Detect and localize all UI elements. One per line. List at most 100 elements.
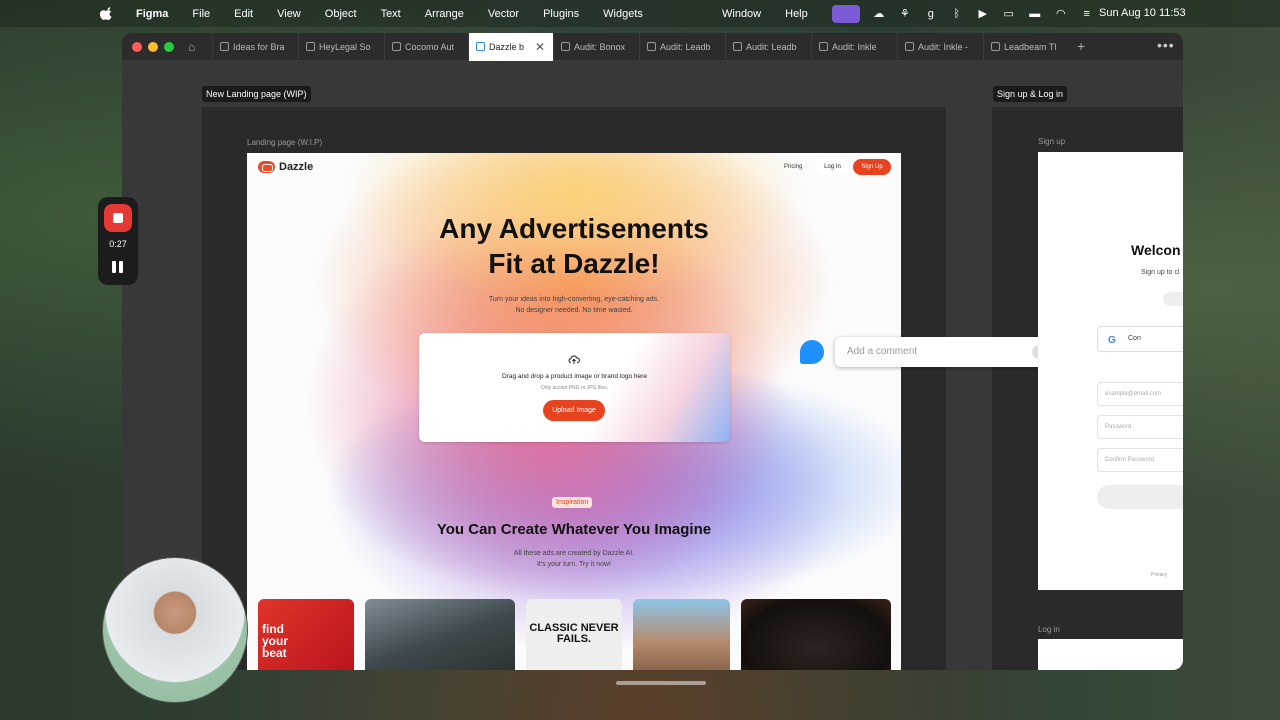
login-frame[interactable] xyxy=(1038,639,1183,670)
menu-arrange[interactable]: Arrange xyxy=(413,8,476,20)
menu-window[interactable]: Window xyxy=(710,8,773,20)
signup-welcome: Welcon xyxy=(1131,242,1181,258)
display-icon[interactable]: ▭ xyxy=(996,7,1022,20)
minimize-window-button[interactable] xyxy=(148,42,158,52)
ad-card-sunglasses[interactable] xyxy=(633,599,730,670)
frame-label-landing[interactable]: New Landing page (WIP) xyxy=(202,86,311,102)
file-icon xyxy=(392,42,401,51)
menu-file[interactable]: File xyxy=(180,8,222,20)
apple-icon[interactable] xyxy=(100,6,114,21)
section-sub-line-1: All these ads are created by Dazzle AI. xyxy=(513,550,635,557)
bluetooth-icon[interactable]: ᛒ xyxy=(944,8,970,20)
comment-input[interactable]: Add a comment xyxy=(835,337,1053,367)
menu-view[interactable]: View xyxy=(265,8,313,20)
signup-submit-button[interactable] xyxy=(1097,485,1183,509)
wifi-icon[interactable]: ◠ xyxy=(1048,7,1074,20)
tab-7[interactable]: Audit: Leadb xyxy=(725,33,811,61)
privacy-link[interactable]: Privacy xyxy=(1151,572,1167,578)
password-field[interactable]: Password xyxy=(1097,415,1183,439)
control-center-icon[interactable]: ≡ xyxy=(1074,8,1100,20)
tab-9[interactable]: Audit: Inkle - xyxy=(897,33,983,61)
file-icon xyxy=(476,42,485,51)
pause-icon[interactable] xyxy=(112,261,124,273)
tab-8[interactable]: Audit: Inkle xyxy=(811,33,897,61)
subframe-label-landing[interactable]: Landing page (W.I.P) xyxy=(247,138,322,147)
file-icon xyxy=(306,42,315,51)
tab-label: Ideas for Bra xyxy=(233,42,285,52)
menu-plugins[interactable]: Plugins xyxy=(531,8,591,20)
close-tab-icon[interactable]: ✕ xyxy=(535,40,545,54)
tab-10[interactable]: Leadbeam Tl xyxy=(983,33,1069,61)
tab-3[interactable]: Cocomo Aut xyxy=(384,33,468,61)
signup-subtitle: Sign up to cl xyxy=(1141,269,1180,276)
play-icon[interactable]: ▶ xyxy=(970,7,996,20)
ad-card-text: CLASSIC NEVER FAILS. xyxy=(529,622,619,645)
upload-image-button[interactable]: Upload Image xyxy=(543,400,605,421)
status-icon-3[interactable]: g xyxy=(918,8,944,20)
menu-clock[interactable]: Sun Aug 10 11:53 xyxy=(1099,7,1186,19)
hero-line-1: Any Advertisements xyxy=(439,213,709,244)
signup-toggle[interactable] xyxy=(1163,292,1183,306)
home-icon[interactable]: ⌂ xyxy=(188,40,195,54)
file-icon xyxy=(561,42,570,51)
comment-pin-icon[interactable] xyxy=(800,340,824,364)
battery-icon[interactable]: ▬ xyxy=(1022,8,1048,20)
inspiration-badge: Inspiration xyxy=(552,497,593,508)
ad-card-text: find your beat xyxy=(262,622,289,660)
menu-app-figma[interactable]: Figma xyxy=(124,8,180,20)
tab-5[interactable]: Audit: Bonox xyxy=(553,33,639,61)
zoom-window-button[interactable] xyxy=(164,42,174,52)
frame-label-signup[interactable]: Sign up & Log in xyxy=(993,86,1068,102)
tab-label: Cocomo Aut xyxy=(405,42,455,52)
google-icon: G xyxy=(1108,335,1116,346)
menu-widgets[interactable]: Widgets xyxy=(591,8,655,20)
google-signup-button[interactable]: G Con xyxy=(1097,326,1183,352)
nav-pricing[interactable]: Pricing xyxy=(784,164,802,170)
menu-help[interactable]: Help xyxy=(773,8,820,20)
confirm-password-field[interactable]: Confirm Password xyxy=(1097,448,1183,472)
status-icon-2[interactable]: ⚘ xyxy=(892,7,918,20)
tab-2[interactable]: HeyLegal So xyxy=(298,33,384,61)
close-window-button[interactable] xyxy=(132,42,142,52)
ad-card-chair[interactable] xyxy=(741,599,891,670)
hero-tagline: Turn your ideas into high-converting, ey… xyxy=(247,294,901,316)
file-icon xyxy=(733,42,742,51)
tab-4-active[interactable]: Dazzle b ✕ xyxy=(468,33,553,61)
tab-label: Leadbeam Tl xyxy=(1004,42,1057,52)
tab-6[interactable]: Audit: Leadb xyxy=(639,33,725,61)
upload-dropzone[interactable]: Drag and drop a product image or brand l… xyxy=(419,333,730,442)
stop-recording-button[interactable] xyxy=(104,204,132,232)
section-title: You Can Create Whatever You Imagine xyxy=(436,521,712,538)
webcam-overlay xyxy=(102,557,248,703)
status-icon-1[interactable]: ☁ xyxy=(866,7,892,20)
upload-cloud-icon xyxy=(568,355,580,364)
subframe-label-login[interactable]: Log in xyxy=(1038,625,1060,634)
tab-label: Audit: Bonox xyxy=(574,42,626,52)
tab-label: Audit: Inkle xyxy=(832,42,877,52)
screen-record-icon[interactable] xyxy=(831,4,860,23)
recording-time: 0:27 xyxy=(109,239,127,249)
ad-card-shoe[interactable]: CLASSIC NEVER FAILS. xyxy=(526,599,622,670)
google-label: Con xyxy=(1128,335,1141,342)
more-options-icon[interactable]: ••• xyxy=(1157,37,1175,53)
email-field[interactable]: example@email.com xyxy=(1097,382,1183,406)
signup-frame[interactable]: Welcon Sign up to cl G Con example@email.… xyxy=(1038,152,1183,590)
new-tab-button[interactable]: + xyxy=(1077,38,1085,54)
menu-vector[interactable]: Vector xyxy=(476,8,531,20)
menu-edit[interactable]: Edit xyxy=(222,8,265,20)
tab-label: Audit: Inkle - xyxy=(918,42,969,52)
tagline-line-2: No designer needed. No time wasted. xyxy=(515,307,633,314)
figma-canvas[interactable]: New Landing page (WIP) Sign up & Log in … xyxy=(122,61,1183,670)
ad-card-music[interactable]: find your beat xyxy=(258,599,354,670)
subframe-label-signup[interactable]: Sign up xyxy=(1038,137,1065,146)
signup-button[interactable]: Sign Up xyxy=(853,159,891,175)
login-button[interactable]: Log In xyxy=(816,159,849,175)
menu-text[interactable]: Text xyxy=(369,8,413,20)
ad-card-car[interactable] xyxy=(365,599,515,670)
hero-title: Any Advertisements Fit at Dazzle! xyxy=(247,211,901,281)
menu-object[interactable]: Object xyxy=(313,8,369,20)
home-indicator xyxy=(616,681,706,685)
landing-page-frame[interactable]: Dazzle Pricing Log In Sign Up Any Advert… xyxy=(247,153,901,670)
tab-1[interactable]: Ideas for Bra xyxy=(212,33,298,61)
tab-label: Dazzle b xyxy=(489,42,525,52)
